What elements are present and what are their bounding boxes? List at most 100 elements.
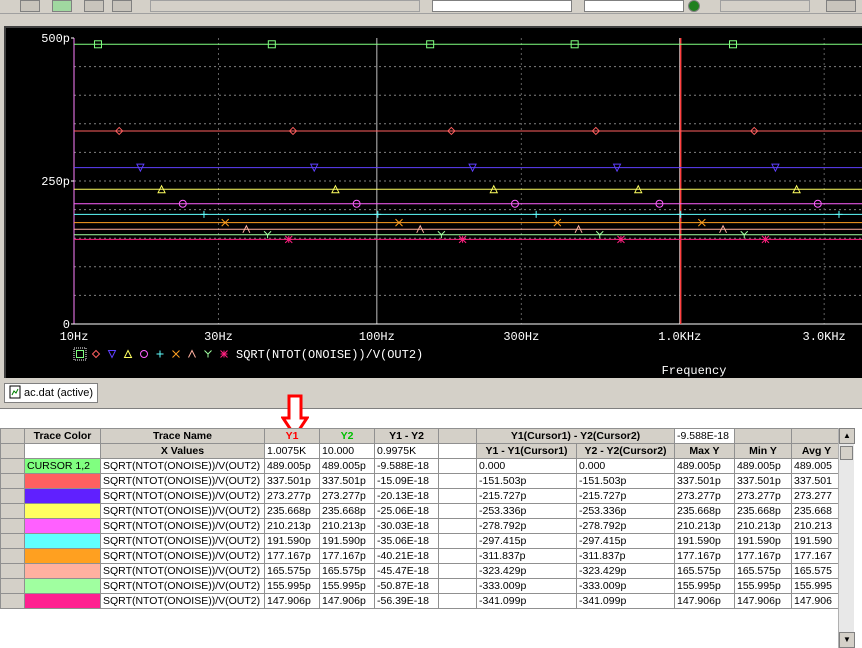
- y2-cursor2-cell: -297.415p: [576, 533, 675, 549]
- table-row[interactable]: SQRT(NTOT(ONOISE))/V(OUT2) 191.590p 191.59…: [0, 533, 842, 549]
- toolbar-group: [720, 0, 810, 12]
- table-row[interactable]: SQRT(NTOT(ONOISE))/V(OUT2) 273.277p 273.27…: [0, 488, 842, 504]
- toolbar-button[interactable]: [84, 0, 104, 12]
- max-y-cell: 489.005p: [674, 458, 735, 474]
- y2-cell: 337.501p: [319, 473, 375, 489]
- trace-marker: [172, 350, 180, 358]
- trace-marker: [91, 349, 101, 359]
- max-y-cell: 210.213p: [674, 518, 735, 534]
- row-header-cell: [0, 488, 25, 504]
- min-y-cell: 337.501p: [734, 473, 792, 489]
- print-button[interactable]: [112, 0, 132, 12]
- avg-y-cell: 165.575: [791, 563, 842, 579]
- min-y-cell: 155.995p: [734, 578, 792, 594]
- y1-cursor1-cell: -333.009p: [476, 578, 577, 594]
- y2-cell: 155.995p: [319, 578, 375, 594]
- x-tick-label: 30Hz: [204, 330, 233, 344]
- new-button[interactable]: [52, 0, 72, 12]
- avg-y-cell: 191.590: [791, 533, 842, 549]
- blank-cell: [438, 458, 477, 474]
- row-header-cell: [0, 548, 25, 564]
- table-row[interactable]: SQRT(NTOT(ONOISE))/V(OUT2) 147.906p 147.90…: [0, 593, 842, 609]
- x-values-header: X Values: [100, 443, 265, 459]
- y2-cursor2-cell: -215.727p: [576, 488, 675, 504]
- avg-y-cell: 155.995: [791, 578, 842, 594]
- tab-ac-dat[interactable]: ac.dat (active): [4, 383, 99, 403]
- trace-dropdown[interactable]: [584, 0, 684, 12]
- probe-plot[interactable]: 500p 250p 0 10Hz 30Hz 100Hz 300Hz 1.0KHz 3.0KHz S…: [4, 26, 862, 378]
- trace-color-header: Trace Color: [24, 428, 101, 444]
- trace-color-swatch: [24, 548, 101, 564]
- trace-color-swatch: [24, 473, 101, 489]
- table-row[interactable]: SQRT(NTOT(ONOISE))/V(OUT2) 155.995p 155.99…: [0, 578, 842, 594]
- row-header-cell: [0, 458, 25, 474]
- plot-canvas: 500p250p010Hz 30Hz 100Hz 300Hz 1.0KHz 3.0KHzS…: [41, 32, 862, 378]
- trace-marker: [835, 210, 843, 218]
- y1-y2-cell: -9.588E-18: [374, 458, 439, 474]
- toolbar-button[interactable]: [826, 0, 856, 12]
- blank-cell: [734, 428, 792, 444]
- blank-cell: [438, 578, 477, 594]
- y2-cursor2-cell: -311.837p: [576, 548, 675, 564]
- cursor-diff-header: Y1(Cursor1) - Y2(Cursor2): [476, 428, 675, 444]
- trace-name-cell: SQRT(NTOT(ONOISE))/V(OUT2): [100, 458, 265, 474]
- trace-name-header: Trace Name: [100, 428, 265, 444]
- scroll-up-button[interactable]: ▲: [839, 428, 855, 444]
- max-y-cell: 273.277p: [674, 488, 735, 504]
- row-header-cell: [0, 503, 25, 519]
- row-header-cell: [0, 473, 25, 489]
- tab-bar: ac.dat (active): [0, 378, 862, 408]
- y2-cell: 273.277p: [319, 488, 375, 504]
- scroll-thumb[interactable]: [840, 446, 853, 460]
- scroll-down-button[interactable]: ▼: [839, 632, 855, 648]
- trace-marker: [532, 210, 540, 218]
- toolbar-button[interactable]: [20, 0, 40, 12]
- trace-marker: [617, 235, 625, 244]
- trace-marker: [123, 349, 133, 358]
- y2-cell: 147.906p: [319, 593, 375, 609]
- y1-cursor1-cell: -297.415p: [476, 533, 577, 549]
- x-tick-label: 10Hz: [60, 330, 89, 344]
- avg-y-cell: 337.501: [791, 473, 842, 489]
- table-row[interactable]: SQRT(NTOT(ONOISE))/V(OUT2) 337.501p 337.50…: [0, 473, 842, 489]
- y2-cursor2-cell: -341.099p: [576, 593, 675, 609]
- max-y-cell: 155.995p: [674, 578, 735, 594]
- trace-marker: [76, 350, 84, 358]
- y2-cursor2-cell: -253.336p: [576, 503, 675, 519]
- table-row[interactable]: SQRT(NTOT(ONOISE))/V(OUT2) 165.575p 165.57…: [0, 563, 842, 579]
- profile-dropdown[interactable]: [432, 0, 572, 12]
- blank-cell: [438, 488, 477, 504]
- table-row[interactable]: SQRT(NTOT(ONOISE))/V(OUT2) 235.668p 235.66…: [0, 503, 842, 519]
- trace-marker: [156, 350, 164, 358]
- blank-cell: [438, 473, 477, 489]
- row-header-cell: [0, 578, 25, 594]
- y1-y2-cell: -20.13E-18: [374, 488, 439, 504]
- y2-cursor2-cell: -333.009p: [576, 578, 675, 594]
- table-row[interactable]: SQRT(NTOT(ONOISE))/V(OUT2) 177.167p 177.16…: [0, 548, 842, 564]
- trace-color-swatch: [24, 593, 101, 609]
- max-y-cell: 177.167p: [674, 548, 735, 564]
- document-icon: [9, 385, 21, 402]
- run-icon[interactable]: [688, 0, 700, 12]
- cursor-diff-value: -9.588E-18: [674, 428, 735, 444]
- x-tick-label: 3.0KHz: [803, 330, 846, 344]
- avg-y-header: Avg Y: [791, 443, 842, 459]
- table-row[interactable]: CURSOR 1,2 SQRT(NTOT(ONOISE))/V(OUT2) 489.…: [0, 458, 842, 474]
- trace-marker: [761, 235, 770, 244]
- max-y-cell: 337.501p: [674, 473, 735, 489]
- y-tick-label: 250p: [41, 175, 70, 189]
- trace-color-swatch: [24, 503, 101, 519]
- vertical-scrollbar[interactable]: ▲ ▼: [838, 428, 855, 648]
- min-y-cell: 489.005p: [734, 458, 792, 474]
- trace-marker: [458, 235, 467, 244]
- table-row[interactable]: SQRT(NTOT(ONOISE))/V(OUT2) 210.213p 210.21…: [0, 518, 842, 534]
- row-header-cell[interactable]: [0, 443, 25, 459]
- trace-marker: [220, 350, 228, 358]
- trace-color-swatch: [24, 578, 101, 594]
- x-tick-label: 100Hz: [359, 330, 395, 344]
- avg-y-cell: 273.277: [791, 488, 842, 504]
- trace-color-swatch: [24, 488, 101, 504]
- row-header-cell[interactable]: [0, 428, 25, 444]
- y1-y2-cell: -40.21E-18: [374, 548, 439, 564]
- trace-marker: [284, 235, 293, 244]
